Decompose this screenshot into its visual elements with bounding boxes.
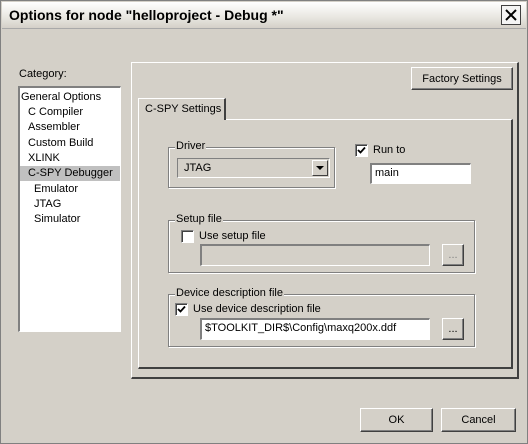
run-to-input[interactable]: main [370,163,471,184]
title-bar[interactable]: Options for node "helloproject - Debug *… [2,2,526,29]
run-to-label: Run to [373,144,406,156]
checkmark-icon [357,146,366,154]
close-icon [505,9,517,21]
category-list[interactable]: General Options C Compiler Assembler Cus… [18,86,121,332]
category-label: Category: [19,68,67,80]
use-setup-file-checkbox[interactable] [181,230,194,243]
category-item-custom-build[interactable]: Custom Build [28,136,93,151]
device-description-input[interactable]: $TOOLKIT_DIR$\Config\maxq200x.ddf [200,318,430,340]
category-item-c-compiler[interactable]: C Compiler [28,105,83,120]
category-item-emulator[interactable]: Emulator [34,182,78,197]
category-item-general-options[interactable]: General Options [21,90,101,105]
category-item-xlink[interactable]: XLINK [28,151,60,166]
options-dialog: Options for node "helloproject - Debug *… [0,0,528,444]
cancel-button[interactable]: Cancel [441,408,516,432]
device-description-browse-button[interactable]: ... [442,318,464,340]
driver-group-title: Driver [175,140,207,152]
driver-select-value: JTAG [180,160,315,176]
device-description-group-title: Device description file [175,287,284,299]
setup-file-group-title: Setup file [175,213,223,225]
chevron-down-icon [316,165,324,170]
tab-c-spy-settings[interactable]: C-SPY Settings [138,98,226,120]
driver-dropdown-button[interactable] [312,160,328,176]
run-to-checkbox[interactable] [355,144,368,157]
setup-file-browse-button[interactable]: ... [442,244,464,266]
use-device-description-label: Use device description file [193,303,321,315]
checkmark-icon [177,305,186,313]
ok-button[interactable]: OK [360,408,433,432]
close-button[interactable] [501,5,521,25]
window-title: Options for node "helloproject - Debug *… [9,7,284,23]
category-item-assembler[interactable]: Assembler [28,120,80,135]
driver-select[interactable]: JTAG [177,158,330,178]
factory-settings-button[interactable]: Factory Settings [411,67,513,90]
category-item-simulator[interactable]: Simulator [34,212,80,227]
setup-file-input[interactable] [200,244,430,266]
use-setup-file-label: Use setup file [199,230,266,242]
use-device-description-checkbox[interactable] [175,303,188,316]
category-item-jtag[interactable]: JTAG [34,197,61,212]
category-item-c-spy-debugger[interactable]: C-SPY Debugger [20,166,120,181]
